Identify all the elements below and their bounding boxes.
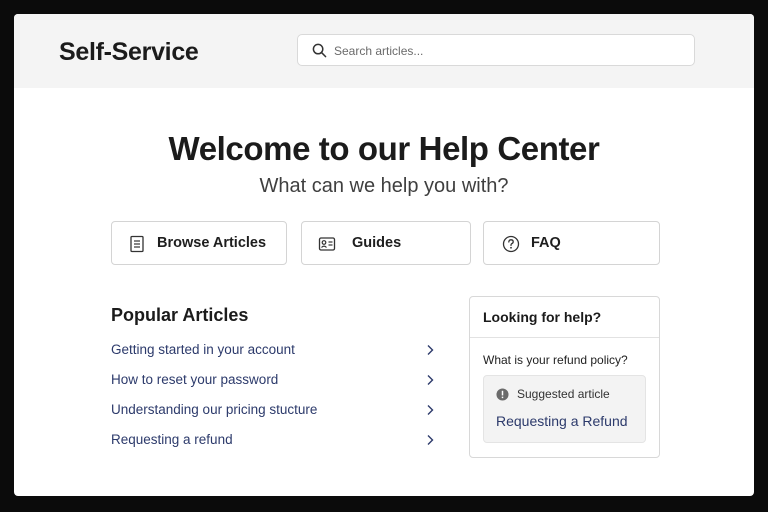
guides-label: Guides bbox=[352, 235, 402, 251]
article-link[interactable]: Requesting a refund bbox=[111, 432, 233, 447]
chevron-right-icon bbox=[427, 405, 434, 415]
search-icon bbox=[312, 43, 327, 58]
help-card: Looking for help? What is your refund po… bbox=[469, 296, 660, 458]
article-link[interactable]: Getting started in your account bbox=[111, 342, 295, 357]
suggested-article-label: Suggested article bbox=[517, 387, 610, 401]
help-card-title: Looking for help? bbox=[483, 309, 602, 325]
info-icon bbox=[496, 388, 509, 401]
faq-label: FAQ bbox=[531, 235, 561, 251]
page-title: Welcome to our Help Center bbox=[168, 130, 600, 167]
page-subtitle: What can we help you with? bbox=[259, 175, 509, 197]
app-window: Self-Service Welcome to our Help Center … bbox=[14, 14, 754, 496]
brand-logo[interactable]: Self-Service bbox=[59, 38, 199, 67]
help-question: What is your refund policy? bbox=[483, 353, 628, 367]
popular-article-item[interactable]: Understanding our pricing stucture bbox=[111, 399, 437, 421]
faq-button[interactable]: FAQ bbox=[483, 221, 660, 265]
popular-article-item[interactable]: Requesting a refund bbox=[111, 429, 437, 451]
popular-article-item[interactable]: How to reset your password bbox=[111, 369, 437, 391]
chevron-right-icon bbox=[427, 345, 434, 355]
article-link[interactable]: Understanding our pricing stucture bbox=[111, 402, 317, 417]
top-bar: Self-Service bbox=[14, 14, 754, 88]
question-circle-icon bbox=[502, 235, 520, 253]
help-card-header: Looking for help? bbox=[470, 297, 659, 338]
popular-articles-heading: Popular Articles bbox=[111, 305, 249, 325]
document-icon bbox=[130, 235, 144, 253]
search-input[interactable] bbox=[332, 39, 686, 63]
chevron-right-icon bbox=[427, 435, 434, 445]
suggested-article-link[interactable]: Requesting a Refund bbox=[496, 413, 628, 429]
browse-articles-button[interactable]: Browse Articles bbox=[111, 221, 287, 265]
guide-icon bbox=[318, 237, 336, 251]
browse-articles-label: Browse Articles bbox=[157, 235, 267, 251]
suggested-article-box: Suggested article Requesting a Refund bbox=[483, 375, 646, 443]
article-link[interactable]: How to reset your password bbox=[111, 372, 278, 387]
search-box[interactable] bbox=[297, 34, 695, 66]
guides-button[interactable]: Guides bbox=[301, 221, 471, 265]
chevron-right-icon bbox=[427, 375, 434, 385]
popular-article-item[interactable]: Getting started in your account bbox=[111, 339, 437, 361]
